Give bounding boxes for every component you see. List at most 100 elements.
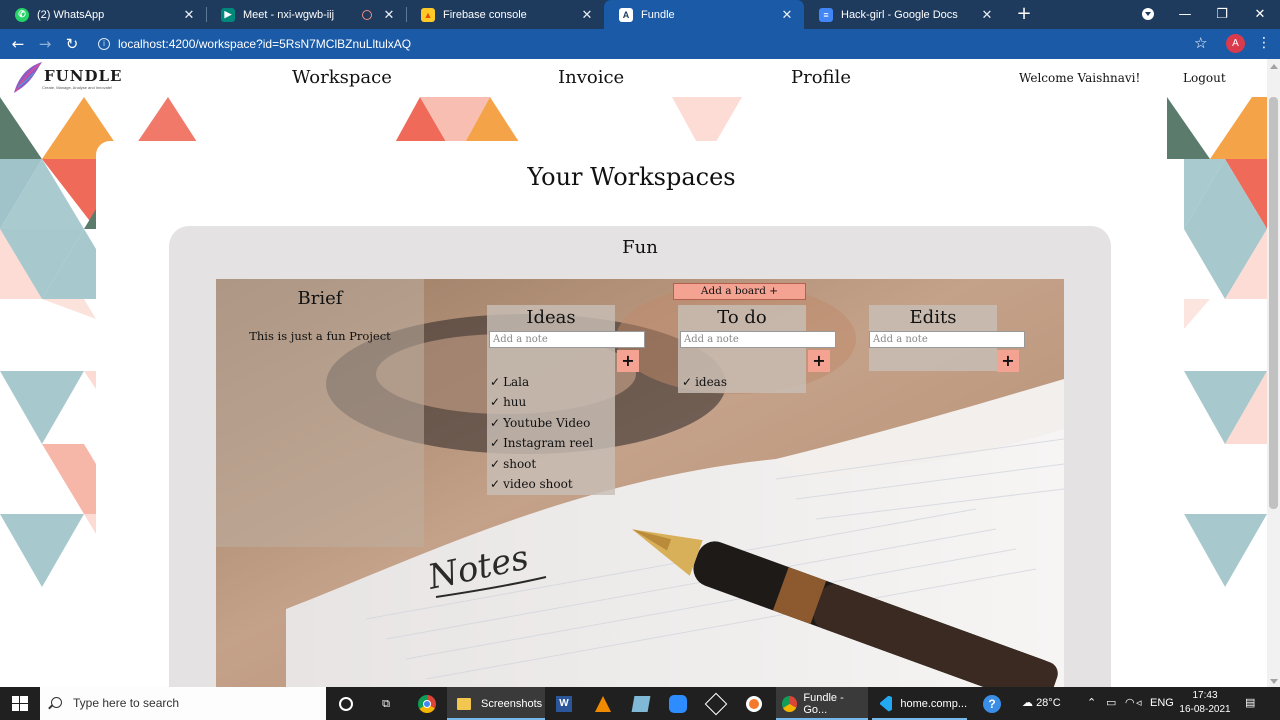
fundle-logo[interactable]: FUNDLE Create, Manage, Analyse and Innov… (12, 59, 124, 96)
check-icon: ✓ (490, 457, 501, 471)
folder-icon (457, 697, 471, 710)
tray-chevron-icon[interactable]: ⌃ (1087, 687, 1096, 720)
site-info-icon[interactable]: i (98, 38, 110, 50)
add-note-input[interactable] (489, 331, 645, 348)
tab-search-dropdown-icon[interactable] (1142, 8, 1154, 20)
item-label: shoot (503, 457, 537, 471)
window-close-icon[interactable]: ✕ (1242, 0, 1278, 29)
vlc-icon[interactable] (591, 692, 615, 716)
nav-invoice[interactable]: Invoice (558, 67, 624, 88)
forward-icon[interactable]: → (35, 34, 55, 54)
word-icon[interactable]: W (552, 692, 576, 716)
chrome-menu-icon[interactable]: ⋮ (1257, 34, 1271, 54)
maximize-icon[interactable]: ❐ (1204, 0, 1240, 29)
vscode-icon (880, 695, 893, 712)
search-placeholder: Type here to search (73, 696, 180, 710)
notifications-icon[interactable]: ▤ (1245, 687, 1255, 720)
scroll-down-icon[interactable] (1270, 679, 1278, 684)
close-icon[interactable]: ✕ (382, 7, 396, 23)
list-item[interactable]: ✓ shoot (490, 457, 536, 471)
list-item[interactable]: ✓ video shoot (490, 477, 573, 491)
help-icon[interactable]: ? (980, 692, 1004, 716)
page-scrollbar[interactable] (1267, 59, 1280, 687)
battery-icon[interactable]: ▭ (1106, 687, 1116, 720)
add-board-button[interactable]: Add a board + (673, 283, 806, 300)
close-icon[interactable]: ✕ (980, 7, 994, 23)
cortana-icon[interactable] (334, 692, 358, 716)
brief-title: Brief (297, 288, 343, 309)
taskbar-item-label: Screenshots (481, 697, 543, 710)
clock-time: 17:43 (1192, 690, 1218, 701)
taskbar-vscode-window[interactable]: home.comp... (872, 687, 967, 720)
item-label: Lala (503, 375, 530, 389)
profile-avatar[interactable]: A (1226, 34, 1245, 53)
screen: { "browser": { "tabs": [ {"label": "(2) … (0, 0, 1280, 720)
item-label: huu (503, 395, 527, 409)
add-note-button[interactable]: + (617, 350, 639, 372)
tab-label: (2) WhatsApp (37, 8, 105, 21)
address-bar[interactable]: i localhost:4200/workspace?id=5RsN7MClBZ… (90, 33, 1220, 55)
nav-profile[interactable]: Profile (791, 67, 851, 88)
zoom-icon[interactable] (666, 692, 690, 716)
logout-link[interactable]: Logout (1183, 71, 1226, 85)
chrome-icon (782, 695, 798, 712)
taskbar-chrome-window[interactable]: Fundle - Go... (776, 687, 868, 720)
scroll-thumb[interactable] (1269, 97, 1278, 509)
add-note-input[interactable] (869, 331, 1025, 348)
tab-meet[interactable]: ▶ Meet - nxi-wgwb-iij ✕ (206, 0, 406, 29)
close-icon[interactable]: ✕ (580, 7, 594, 23)
notes-app-icon[interactable] (629, 692, 653, 716)
nav-workspace[interactable]: Workspace (292, 67, 392, 88)
item-label: Youtube Video (503, 416, 591, 430)
tab-label: Hack-girl - Google Docs (841, 8, 958, 21)
back-icon[interactable]: ← (8, 34, 28, 54)
cloud-icon: ☁ (1022, 697, 1033, 709)
tab-fundle[interactable]: A Fundle ✕ (604, 0, 804, 29)
app-navbar: FUNDLE Create, Manage, Analyse and Innov… (0, 59, 1267, 97)
brief-text: This is just a fun Project (249, 329, 391, 343)
item-label: Instagram reel (503, 436, 594, 450)
blender-icon[interactable] (742, 692, 766, 716)
weather-widget[interactable]: ☁ 28°C (1022, 687, 1061, 720)
scroll-up-icon[interactable] (1270, 64, 1278, 69)
tab-firebase[interactable]: ▲ Firebase console ✕ (406, 0, 604, 29)
new-tab-button[interactable]: + (1013, 3, 1035, 25)
clock-date: 16-08-2021 (1179, 704, 1231, 715)
feather-logo-icon (14, 62, 42, 93)
list-item[interactable]: ✓ Instagram reel (490, 436, 593, 450)
add-note-input[interactable] (680, 331, 836, 348)
taskbar-search[interactable]: Type here to search (40, 687, 326, 720)
language-indicator[interactable]: ENG (1150, 687, 1174, 720)
bookmark-star-icon[interactable]: ☆ (1194, 36, 1207, 51)
close-icon[interactable]: ✕ (182, 7, 196, 23)
close-icon[interactable]: ✕ (780, 7, 794, 23)
tab-google-docs[interactable]: ≡ Hack-girl - Google Docs ✕ (804, 0, 1004, 29)
item-label: video shoot (503, 477, 573, 491)
tab-whatsapp[interactable]: ✆ (2) WhatsApp ✕ (0, 0, 206, 29)
url-text: localhost:4200/workspace?id=5RsN7MClBZnu… (118, 37, 412, 51)
tab-label: Firebase console (443, 8, 527, 21)
unity-icon[interactable] (704, 692, 728, 716)
volume-icon[interactable]: ◃ (1136, 687, 1142, 720)
taskbar-item-label: home.comp... (900, 697, 967, 710)
clock[interactable]: 17:43 16-08-2021 (1172, 689, 1238, 717)
tab-label: Fundle (641, 8, 675, 21)
list-item[interactable]: ✓ ideas (682, 375, 727, 389)
task-view-icon[interactable]: ⧉ (374, 692, 398, 716)
chrome-icon[interactable] (415, 692, 439, 716)
windows-start-icon[interactable] (0, 687, 40, 720)
minimize-icon[interactable]: — (1167, 0, 1203, 29)
taskbar-screenshots[interactable]: Screenshots (447, 687, 545, 720)
list-item[interactable]: ✓ huu (490, 395, 526, 409)
network-icon[interactable]: ◠ (1125, 687, 1135, 720)
add-note-button[interactable]: + (997, 350, 1019, 372)
page-title: Your Workspaces (527, 163, 736, 191)
browser-toolbar: ← → ↻ i localhost:4200/workspace?id=5RsN… (0, 29, 1280, 59)
list-item[interactable]: ✓ Lala (490, 375, 529, 389)
reload-icon[interactable]: ↻ (62, 34, 82, 54)
angular-icon: A (619, 7, 633, 22)
check-icon: ✓ (490, 395, 501, 409)
add-note-button[interactable]: + (808, 350, 830, 372)
firebase-icon: ▲ (421, 7, 435, 22)
list-item[interactable]: ✓ Youtube Video (490, 416, 590, 430)
